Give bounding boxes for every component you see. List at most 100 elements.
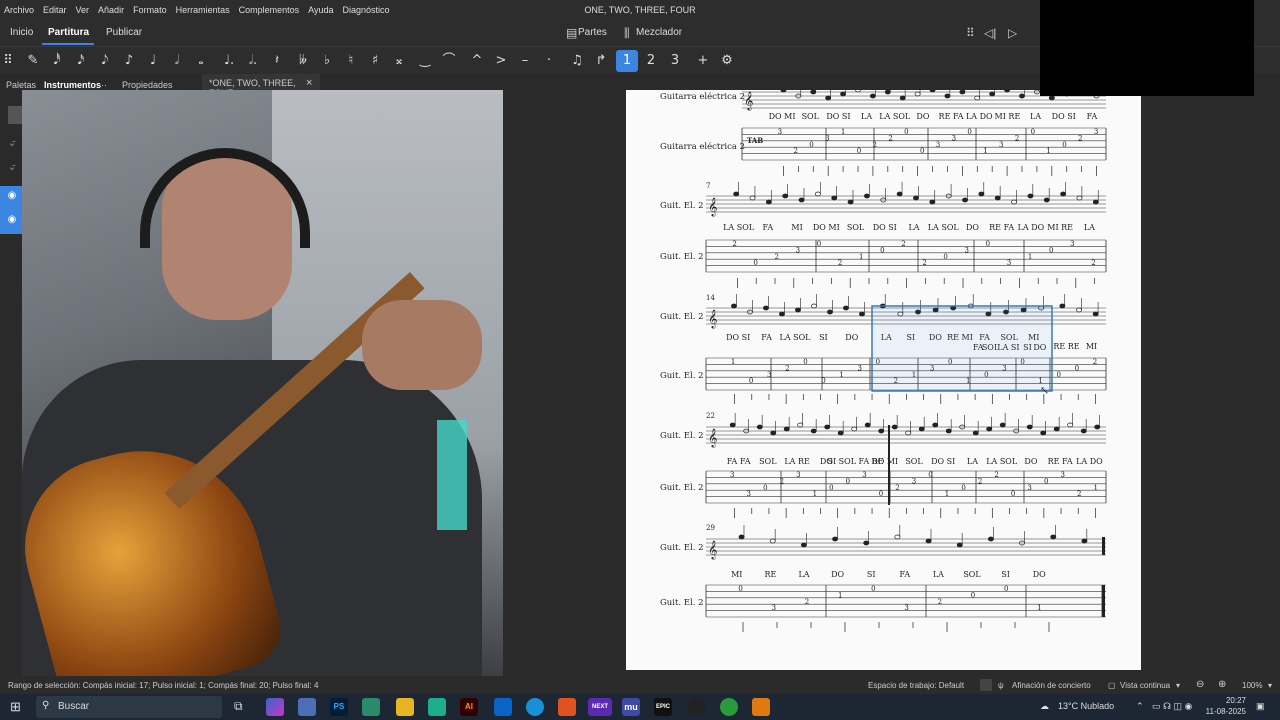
brave-icon[interactable]: [558, 698, 576, 716]
add-icon[interactable]: +: [692, 50, 714, 72]
partes-button[interactable]: Partes: [578, 27, 607, 38]
edge-icon[interactable]: [526, 698, 544, 716]
taskbar-search[interactable]: ⚲ Buscar: [36, 696, 222, 718]
menu-herramientas[interactable]: Herramientas: [176, 5, 230, 15]
note-32nd-icon[interactable]: 𝅘𝅥𝅯: [70, 50, 92, 72]
settings-icon[interactable]: ⚙: [716, 50, 738, 72]
weather-icon[interactable]: ☁: [1040, 701, 1049, 712]
tab-propiedades[interactable]: Propiedades: [122, 80, 173, 90]
note-head: [899, 95, 906, 101]
photoshop-icon[interactable]: PS: [330, 698, 348, 716]
close-icon[interactable]: ×: [306, 77, 312, 89]
eye-icon[interactable]: ◉: [4, 214, 20, 225]
illustrator-icon[interactable]: AI: [460, 698, 478, 716]
slur-icon[interactable]: ⌒: [438, 50, 460, 72]
taskbar-clock[interactable]: 20:27 11-08-2025: [1198, 695, 1246, 717]
menu-archivo[interactable]: Archivo: [4, 5, 34, 15]
note-head: [978, 191, 985, 197]
visibility-hidden-icon[interactable]: ᵕ̈: [4, 164, 20, 175]
chrome-icon[interactable]: [720, 698, 738, 716]
tie-icon[interactable]: ‿: [414, 50, 436, 72]
rewind-icon[interactable]: ◁|: [984, 26, 996, 40]
tenuto-icon[interactable]: –: [514, 50, 536, 72]
drag-handle-icon[interactable]: ⠿: [0, 50, 16, 72]
pencil-icon[interactable]: ✎: [22, 50, 44, 72]
lyric: DO MI: [813, 223, 840, 232]
weather-text[interactable]: 13°C Nublado: [1058, 701, 1114, 711]
obs-icon[interactable]: [688, 698, 706, 716]
tab-publicar[interactable]: Publicar: [106, 27, 142, 38]
explorer-window-icon[interactable]: [298, 698, 316, 716]
tab-instrumentos[interactable]: Instrumentos: [44, 80, 101, 90]
note-half-icon[interactable]: 𝅗𝅥: [166, 50, 188, 72]
zoom-out-icon[interactable]: ⊖: [1196, 679, 1204, 690]
voice-2-icon[interactable]: 2: [640, 50, 662, 72]
flat-icon[interactable]: ♭: [316, 50, 338, 72]
folder-icon[interactable]: [396, 698, 414, 716]
view-mode-dropdown[interactable]: Vista continua: [1120, 681, 1170, 690]
menu-anadir[interactable]: Añadir: [98, 5, 124, 15]
sharp-icon[interactable]: ♯: [364, 50, 386, 72]
tab-paletas[interactable]: Paletas: [6, 80, 36, 90]
double-sharp-icon[interactable]: 𝄪: [388, 50, 410, 72]
eye-icon[interactable]: ◉: [4, 190, 20, 201]
rest-icon[interactable]: 𝄽: [266, 50, 288, 72]
double-flat-icon[interactable]: 𝄫: [292, 50, 314, 72]
epic-games-icon[interactable]: EPIC: [654, 698, 672, 716]
task-view-icon[interactable]: ⧉: [234, 699, 243, 714]
menu-ver[interactable]: Ver: [76, 5, 90, 15]
musescore-icon[interactable]: mu: [622, 698, 640, 716]
drag-handle-icon[interactable]: ⠿: [966, 26, 975, 40]
tab-partitura[interactable]: Partitura: [48, 27, 89, 38]
play-icon[interactable]: ▷: [1008, 26, 1017, 40]
tuplet-icon[interactable]: ♫: [566, 50, 588, 72]
note-head: [1067, 422, 1074, 428]
tray-icons[interactable]: ▭ ☊ ◫ ◉: [1152, 701, 1192, 712]
copilot-icon[interactable]: [266, 698, 284, 716]
voice-3-icon[interactable]: 3: [664, 50, 686, 72]
staccato-icon[interactable]: ·: [538, 50, 560, 72]
score-notation[interactable]: Guitarra eléctrica 2𝄞DO MI SOL DO SI LA LA S…: [626, 90, 1141, 670]
note-quarter-icon[interactable]: ♩: [142, 50, 164, 72]
instrument-name: Guit. El. 2: [660, 252, 704, 262]
zoom-in-icon[interactable]: ⊕: [1218, 679, 1226, 690]
visibility-hidden-icon[interactable]: ᵕ̈: [4, 140, 20, 151]
workspace-toggle[interactable]: [980, 679, 992, 691]
score-page[interactable]: Guitarra eléctrica 2 𝄞 DO MI SOL DO SI LA LA S…: [626, 90, 1141, 670]
workspace-selector[interactable]: Espacio de trabajo: Default: [868, 681, 964, 690]
natural-icon[interactable]: ♮: [340, 50, 362, 72]
chevron-down-icon[interactable]: ▾: [1176, 681, 1180, 690]
chevron-down-icon[interactable]: ▾: [1268, 681, 1272, 690]
zoom-level[interactable]: 100%: [1242, 681, 1262, 690]
menu-diagnostico[interactable]: Diagnóstico: [343, 5, 390, 15]
flip-icon[interactable]: ↱: [590, 50, 612, 72]
voice-1-icon[interactable]: 1: [616, 50, 638, 72]
menu-ayuda[interactable]: Ayuda: [308, 5, 333, 15]
app-icon[interactable]: [362, 698, 380, 716]
next-app-icon[interactable]: NEXT: [588, 698, 612, 716]
menu-formato[interactable]: Formato: [133, 5, 167, 15]
chevron-up-icon[interactable]: ⌃: [1136, 701, 1144, 712]
note-64th-icon[interactable]: 𝅘𝅥𝅰: [46, 50, 68, 72]
lyric: FA: [761, 333, 772, 342]
tab-number: 1: [1046, 147, 1050, 155]
dotted-quarter-icon[interactable]: ♩.: [218, 50, 240, 72]
menu-complementos[interactable]: Complementos: [239, 5, 300, 15]
tab-number: 0: [817, 240, 821, 248]
panel-scrollbar[interactable]: [8, 106, 22, 124]
app-icon[interactable]: [428, 698, 446, 716]
vlc-icon[interactable]: [752, 698, 770, 716]
outlook-icon[interactable]: [494, 698, 512, 716]
menu-editar[interactable]: Editar: [43, 5, 67, 15]
note-whole-icon[interactable]: 𝅝: [190, 50, 212, 72]
marcato-icon[interactable]: ^: [466, 50, 488, 72]
dotted-half-icon[interactable]: 𝅗𝅥.: [242, 50, 264, 72]
note-16th-icon[interactable]: 𝅘𝅥𝅮: [94, 50, 116, 72]
mezclador-button[interactable]: Mezclador: [636, 27, 682, 38]
accent-icon[interactable]: >: [490, 50, 512, 72]
windows-start-icon[interactable]: ⊞: [10, 699, 21, 715]
tab-inicio[interactable]: Inicio: [10, 27, 33, 38]
concert-pitch-toggle[interactable]: Afinación de concierto: [1012, 681, 1091, 690]
notifications-icon[interactable]: ▣: [1256, 701, 1265, 712]
note-8th-icon[interactable]: ♪: [118, 50, 140, 72]
